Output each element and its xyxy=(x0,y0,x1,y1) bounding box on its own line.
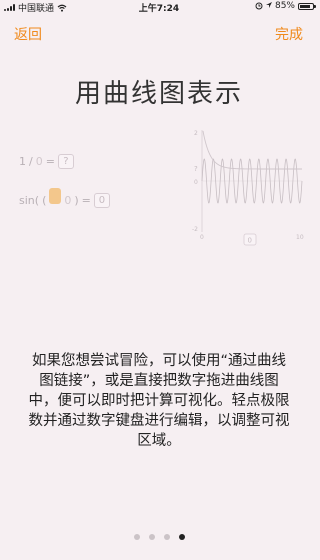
expr-equals: = xyxy=(45,155,55,168)
page-title: 用曲线图表示 xyxy=(74,79,243,109)
status-right: 85% xyxy=(255,1,316,11)
x-range-box-label: 0 xyxy=(248,237,252,245)
expr-result-box: ? xyxy=(57,154,74,169)
battery-fill xyxy=(300,4,311,8)
expr-paren-close: ) xyxy=(74,193,79,207)
page-dot[interactable] xyxy=(148,534,155,540)
status-bar: 中国联通 上午7:24 85% xyxy=(0,0,318,14)
expr-func: sin( xyxy=(19,193,40,207)
page-dot[interactable] xyxy=(133,534,140,540)
expression-division: 1 / 0 = ? xyxy=(19,154,74,169)
expr-denominator: 0 xyxy=(35,155,43,168)
battery-percent: 85% xyxy=(274,1,295,11)
back-button[interactable]: 返回 xyxy=(14,24,42,44)
expr-result-box-2: 0 xyxy=(93,192,110,208)
expr-equals-2: = xyxy=(81,193,91,207)
description-text: 如果您想尝试冒险，可以使用“通过曲线图链接”，或是直接把数字拖进曲线图中，便可以… xyxy=(28,353,290,449)
location-icon xyxy=(265,2,272,8)
alarm-icon xyxy=(255,2,263,10)
expr-paren-open: ( xyxy=(42,193,47,207)
x-tick-max: 10 xyxy=(296,234,304,241)
expr-arg: 0 xyxy=(64,193,72,207)
page-dot[interactable] xyxy=(163,534,170,540)
battery-icon xyxy=(298,2,316,10)
expr-slash: / xyxy=(29,155,33,168)
y-tick-zero: 0 xyxy=(194,179,198,186)
expr-numerator: 1 xyxy=(19,155,26,168)
page-dot[interactable] xyxy=(178,534,185,540)
expression-sine: sin( ( 0 ) = 0 xyxy=(19,188,110,208)
drag-highlight xyxy=(49,188,62,204)
y-tick-top: 2 xyxy=(194,130,198,137)
y-tick-bottom: -2 xyxy=(192,226,198,233)
x-tick-min: 0 xyxy=(200,234,204,241)
curve-graph: 2 ? 0 -2 0 10 0 xyxy=(192,130,304,246)
done-button[interactable]: 完成 xyxy=(275,24,303,44)
y-tick-question: ? xyxy=(194,165,198,173)
page-indicator[interactable] xyxy=(0,534,318,540)
